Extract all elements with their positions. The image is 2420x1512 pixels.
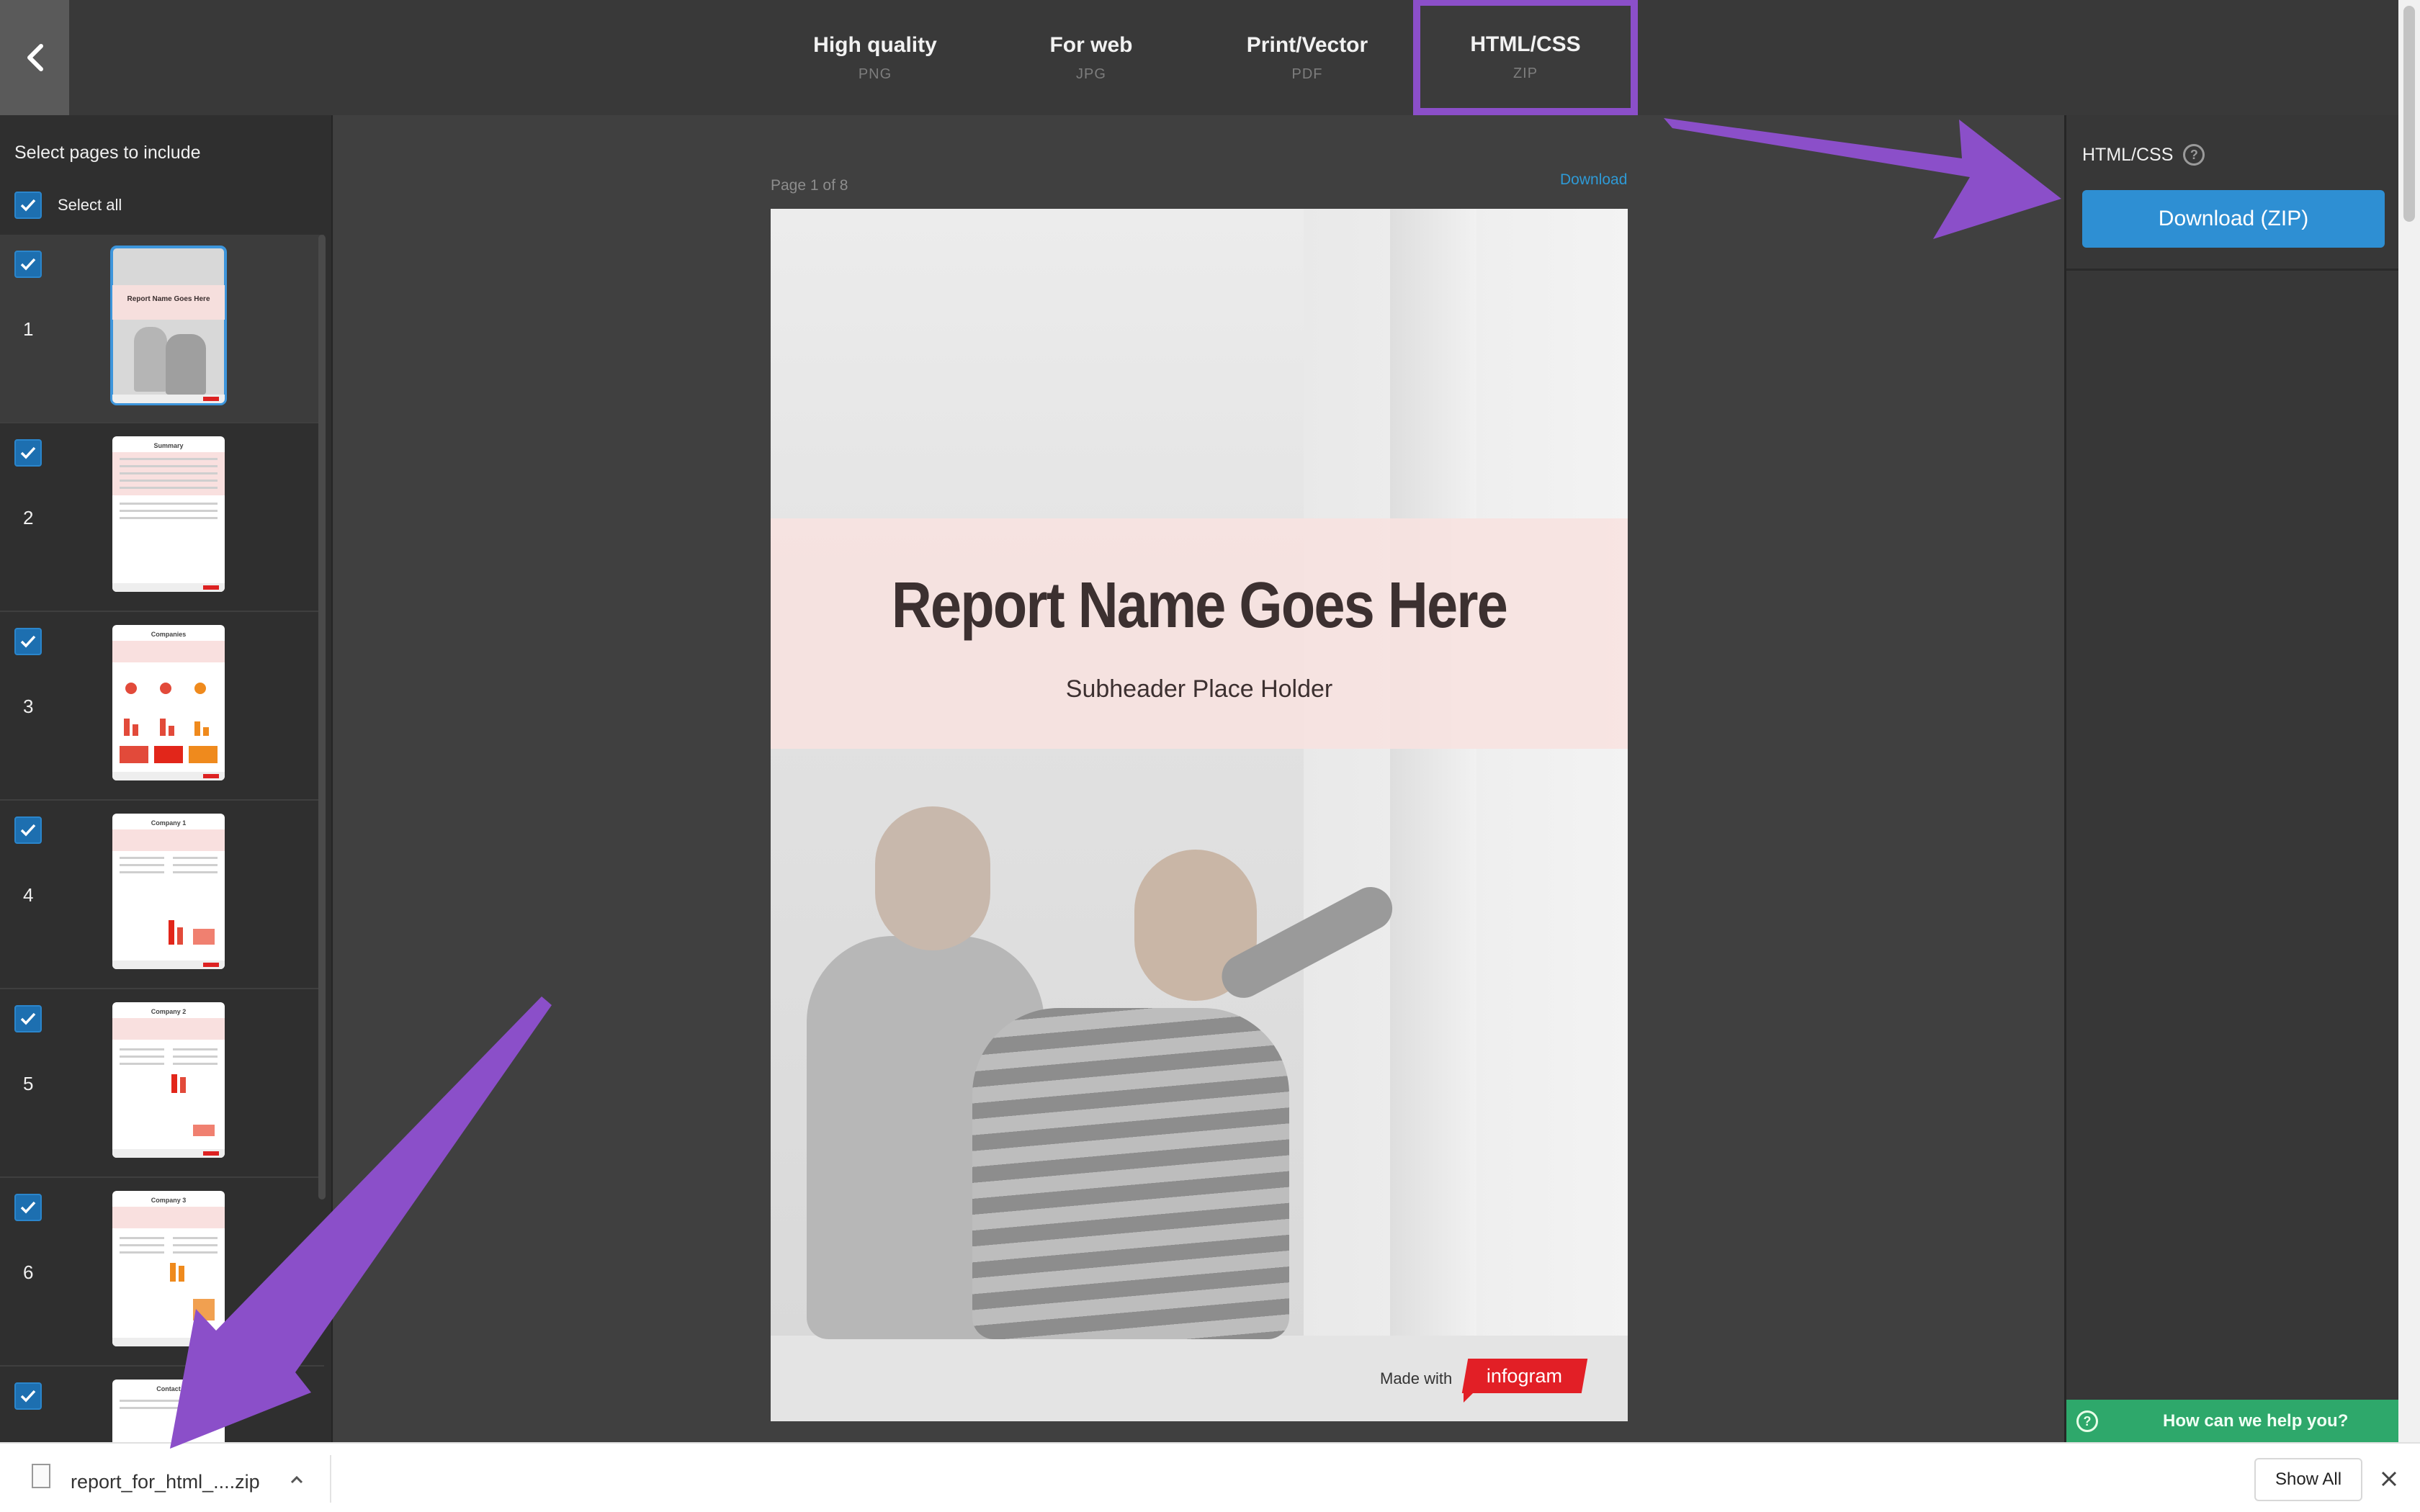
page-thumbnail[interactable]: Summary <box>112 436 225 592</box>
page-thumbnail[interactable]: Company 1 <box>112 814 225 969</box>
tab-format: PDF <box>1291 66 1323 82</box>
download-zip-button[interactable]: Download (ZIP) <box>2082 190 2385 248</box>
help-icon[interactable]: ? <box>2183 144 2205 166</box>
scrollbar-thumb[interactable] <box>2403 6 2415 222</box>
page-checkbox[interactable] <box>14 816 42 844</box>
thumb-title: Report Name Goes Here <box>127 295 210 303</box>
thumb-title: Contact <box>156 1385 181 1392</box>
tab-format: ZIP <box>1512 65 1538 81</box>
page-number: 1 <box>23 318 34 340</box>
page-number: 6 <box>23 1261 34 1283</box>
page-row[interactable]: 2 Summary <box>0 423 324 612</box>
sidebar-scrollbar[interactable] <box>318 235 326 1200</box>
page-row[interactable]: 5 Company 2 <box>0 989 324 1178</box>
report-title: Report Name Goes Here <box>891 570 1508 642</box>
format-label: HTML/CSS ? <box>2082 144 2205 166</box>
page-row[interactable]: Contact <box>0 1367 324 1442</box>
close-icon[interactable] <box>2380 1470 2398 1488</box>
tab-for-web[interactable]: For web JPG <box>987 0 1196 115</box>
help-glyph: ? <box>2083 1413 2092 1428</box>
logo-tail <box>1464 1390 1476 1403</box>
preview-area: Page 1 of 8 Download Report Name Goes He… <box>334 115 2064 1442</box>
export-options-header: HTML/CSS ? Download (ZIP) <box>2066 115 2398 271</box>
checkmark-icon <box>20 824 36 837</box>
format-label-text: HTML/CSS <box>2082 144 2174 165</box>
tab-format: JPG <box>1076 66 1106 82</box>
thumb-title: Company 2 <box>151 1008 187 1015</box>
checkmark-icon <box>20 258 36 271</box>
tab-label: Print/Vector <box>1246 32 1368 57</box>
page-thumbnail[interactable]: Company 3 <box>112 1191 225 1346</box>
checkmark-icon <box>20 1390 36 1403</box>
checkmark-icon <box>20 446 36 459</box>
export-format-bar: High quality PNG For web JPG Print/Vecto… <box>0 0 2398 115</box>
page-thumbnail[interactable]: Report Name Goes Here <box>110 246 227 405</box>
thumb-title: Company 3 <box>151 1197 187 1204</box>
page-number: 4 <box>23 884 34 906</box>
tab-label: High quality <box>813 32 937 57</box>
help-glyph: ? <box>2190 147 2198 162</box>
page-thumbnail[interactable]: Companies <box>112 625 225 780</box>
checkmark-icon <box>20 1012 36 1025</box>
thumb-title: Summary <box>153 442 184 449</box>
page-thumbnail[interactable]: Contact <box>112 1380 225 1442</box>
thumb-title: Company 1 <box>151 819 187 827</box>
page-checkbox[interactable] <box>14 628 42 655</box>
chevron-left-icon <box>27 44 43 71</box>
download-page-link[interactable]: Download <box>1560 171 1627 189</box>
window-scrollbar[interactable] <box>2398 0 2420 1442</box>
checkmark-icon <box>20 1201 36 1214</box>
back-button[interactable] <box>0 0 69 115</box>
tab-html-css[interactable]: HTML/CSS ZIP <box>1413 0 1638 115</box>
help-chat-bar[interactable]: ? How can we help you? <box>2066 1400 2398 1443</box>
page-checkbox[interactable] <box>14 1194 42 1221</box>
checkbox[interactable] <box>14 192 42 219</box>
page-checkbox[interactable] <box>14 1005 42 1032</box>
checkmark-icon <box>20 199 36 212</box>
page-row[interactable]: 4 Company 1 <box>0 801 324 989</box>
select-all-label: Select all <box>58 196 122 214</box>
page-selection-sidebar: Select pages to include Select all 1 Rep… <box>0 115 333 1442</box>
thumb-title: Companies <box>151 631 187 638</box>
checkmark-icon <box>20 635 36 648</box>
tab-high-quality[interactable]: High quality PNG <box>771 0 980 115</box>
page-preview: Report Name Goes Here Subheader Place Ho… <box>771 209 1628 1421</box>
tab-label: HTML/CSS <box>1470 32 1581 56</box>
help-icon: ? <box>2076 1410 2098 1432</box>
page-row[interactable]: 1 Report Name Goes Here <box>0 235 324 423</box>
tab-print-vector[interactable]: Print/Vector PDF <box>1203 0 1412 115</box>
page-list: 1 Report Name Goes Here 2 Summary 3 Comp… <box>0 235 324 1442</box>
chevron-up-icon[interactable] <box>288 1471 305 1488</box>
page-number: 3 <box>23 696 34 717</box>
page-row[interactable]: 6 Company 3 <box>0 1178 324 1367</box>
page-number: 5 <box>23 1073 34 1094</box>
page-indicator: Page 1 of 8 <box>771 177 848 194</box>
page-checkbox[interactable] <box>14 251 42 278</box>
brand-name: infogram <box>1487 1364 1563 1387</box>
report-subtitle: Subheader Place Holder <box>1065 675 1333 703</box>
made-with-label: Made with <box>1380 1369 1453 1387</box>
page-checkbox[interactable] <box>14 1382 42 1410</box>
sidebar-title: Select pages to include <box>14 143 201 163</box>
help-bar-label: How can we help you? <box>2163 1411 2349 1431</box>
page-number: 2 <box>23 507 34 528</box>
file-icon <box>32 1464 50 1488</box>
tab-format: PNG <box>858 66 892 82</box>
page-checkbox[interactable] <box>14 439 42 467</box>
show-all-button[interactable]: Show All <box>2254 1458 2362 1501</box>
infogram-logo: infogram <box>1461 1359 1588 1393</box>
download-shelf: report_for_html_....zip Show All <box>0 1442 2420 1512</box>
cover-photo <box>771 209 1628 1339</box>
select-all-checkbox[interactable]: Select all <box>14 192 122 219</box>
downloaded-file-name[interactable]: report_for_html_....zip <box>71 1471 260 1493</box>
page-thumbnail[interactable]: Company 2 <box>112 1002 225 1158</box>
shelf-divider <box>330 1455 331 1503</box>
page-row[interactable]: 3 Companies <box>0 612 324 801</box>
export-options-panel: HTML/CSS ? Download (ZIP) ? How can we h… <box>2064 115 2398 1443</box>
tab-label: For web <box>1049 32 1133 57</box>
